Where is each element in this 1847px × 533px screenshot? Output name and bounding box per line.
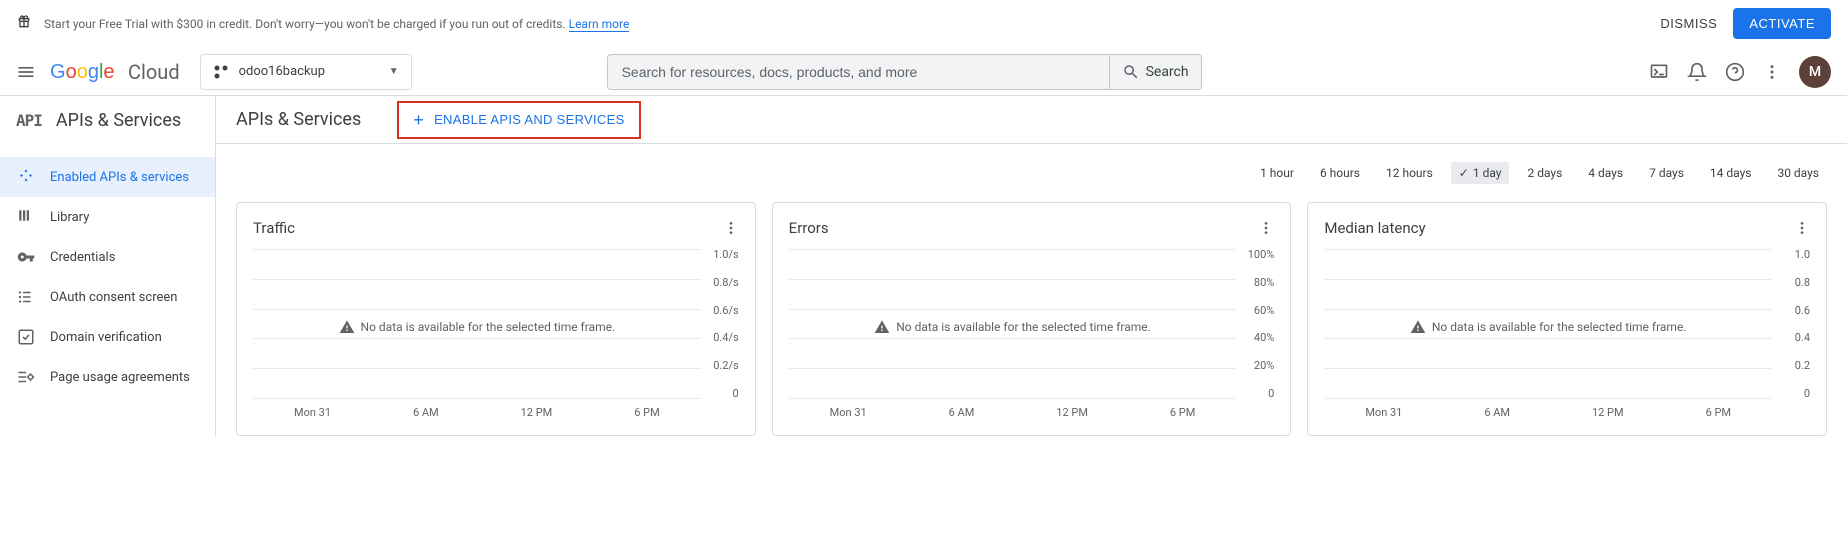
time-filter-14-days[interactable]: 14 days	[1702, 162, 1760, 184]
chevron-down-icon: ▼	[389, 66, 399, 77]
time-filter-2-days[interactable]: 2 days	[1519, 162, 1570, 184]
time-filter-12-hours[interactable]: 12 hours	[1378, 162, 1441, 184]
library-icon	[16, 207, 36, 227]
chart-menu-icon[interactable]	[1258, 220, 1274, 236]
time-filter-label: 14 days	[1710, 166, 1752, 180]
menu-icon[interactable]	[16, 62, 36, 82]
time-filter-label: 12 hours	[1386, 166, 1433, 180]
chart-card-traffic: Traffic 1.0/s0.8/s0.6/s0.4/s0.2/s0 No data…	[236, 202, 756, 436]
time-filter-label: 7 days	[1649, 166, 1684, 180]
chart-menu-icon[interactable]	[723, 220, 739, 236]
warning-icon	[874, 319, 890, 335]
time-range-filters: 1 hour 6 hours 12 hours ✓ 1 day 2 days 4 days 7…	[216, 144, 1847, 202]
sidebar-item-enabled-apis[interactable]: Enabled APIs & services	[0, 157, 215, 197]
time-filter-4-days[interactable]: 4 days	[1580, 162, 1631, 184]
time-filter-30-days[interactable]: 30 days	[1769, 162, 1827, 184]
project-selector[interactable]: odoo16backup ▼	[200, 54, 412, 90]
time-filter-label: 1 hour	[1260, 166, 1294, 180]
chart-body: 100%80%60%40%20%0 No data is available fo…	[789, 249, 1275, 419]
sidebar-header: API APIs & Services	[0, 96, 215, 145]
charts-row: Traffic 1.0/s0.8/s0.6/s0.4/s0.2/s0 No data…	[216, 202, 1847, 436]
top-header: Google Cloud odoo16backup ▼ Search M	[0, 48, 1847, 96]
sidebar-item-label: Library	[50, 210, 89, 225]
main-header: APIs & Services + ENABLE APIS AND SERVIC…	[216, 96, 1847, 144]
chart-card-median-latency: Median latency 1.00.80.60.40.20 No data is…	[1307, 202, 1827, 436]
key-icon	[16, 247, 36, 267]
sidebar-item-domain-verification[interactable]: Domain verification	[0, 317, 215, 357]
banner-text: Start your Free Trial with $300 in credi…	[44, 17, 629, 31]
search-button[interactable]: Search	[1109, 55, 1201, 89]
chart-y-labels: 1.0/s0.8/s0.6/s0.4/s0.2/s0	[713, 249, 738, 399]
search-icon	[1122, 63, 1140, 81]
project-icon	[213, 64, 229, 80]
chart-x-labels: Mon 316 AM12 PM6 PM	[1324, 406, 1772, 419]
sidebar-item-oauth-consent[interactable]: OAuth consent screen	[0, 277, 215, 317]
search-box[interactable]: Search	[607, 54, 1202, 90]
chart-title: Traffic	[253, 219, 295, 237]
time-filter-label: 4 days	[1588, 166, 1623, 180]
chart-nodata-message: No data is available for the selected ti…	[1324, 319, 1772, 335]
time-filter-1-hour[interactable]: 1 hour	[1252, 162, 1302, 184]
svg-text:Google: Google	[50, 61, 115, 83]
warning-icon	[1410, 319, 1426, 335]
cloud-shell-icon[interactable]	[1649, 62, 1669, 82]
page-title: APIs & Services	[236, 109, 361, 130]
dashboard-icon	[16, 167, 36, 187]
chart-title: Median latency	[1324, 219, 1425, 237]
sidebar-item-library[interactable]: Library	[0, 197, 215, 237]
sidebar-item-credentials[interactable]: Credentials	[0, 237, 215, 277]
time-filter-label: 2 days	[1527, 166, 1562, 180]
sidebar-item-label: Credentials	[50, 250, 115, 265]
chart-nodata-message: No data is available for the selected ti…	[789, 319, 1237, 335]
time-filter-label: 1 day	[1473, 166, 1502, 180]
main-content: APIs & Services + ENABLE APIS AND SERVIC…	[216, 96, 1847, 436]
gift-icon	[16, 14, 32, 30]
search-label: Search	[1146, 64, 1189, 80]
search-input[interactable]	[608, 64, 1109, 80]
sidebar-item-page-usage[interactable]: Page usage agreements	[0, 357, 215, 397]
chart-x-labels: Mon 316 AM12 PM6 PM	[253, 406, 701, 419]
learn-more-link[interactable]: Learn more	[569, 17, 630, 32]
time-filter-7-days[interactable]: 7 days	[1641, 162, 1692, 184]
chart-y-labels: 100%80%60%40%20%0	[1248, 249, 1275, 399]
help-icon[interactable]	[1725, 62, 1745, 82]
settings-icon	[16, 367, 36, 387]
sidebar-item-label: OAuth consent screen	[50, 290, 177, 305]
sidebar: API APIs & Services Enabled APIs & servi…	[0, 96, 216, 436]
activate-button[interactable]: ACTIVATE	[1733, 8, 1831, 39]
chart-menu-icon[interactable]	[1794, 220, 1810, 236]
dismiss-button[interactable]: DISMISS	[1644, 8, 1733, 39]
time-filter-label: 30 days	[1777, 166, 1819, 180]
time-filter-6-hours[interactable]: 6 hours	[1312, 162, 1368, 184]
chart-title: Errors	[789, 219, 829, 237]
chart-nodata-message: No data is available for the selected ti…	[253, 319, 701, 335]
api-icon: API	[16, 111, 42, 130]
sidebar-item-label: Domain verification	[50, 330, 162, 345]
time-filter-label: 6 hours	[1320, 166, 1360, 180]
avatar[interactable]: M	[1799, 56, 1831, 88]
chart-body: 1.00.80.60.40.20 No data is available for…	[1324, 249, 1810, 419]
enable-apis-button[interactable]: + ENABLE APIS AND SERVICES	[397, 101, 640, 139]
google-cloud-logo[interactable]: Google Cloud	[50, 60, 180, 84]
chart-x-labels: Mon 316 AM12 PM6 PM	[789, 406, 1237, 419]
verified-icon	[16, 327, 36, 347]
notifications-icon[interactable]	[1687, 62, 1707, 82]
logo-cloud-text: Cloud	[128, 60, 180, 84]
chart-y-labels: 1.00.80.60.40.20	[1795, 249, 1810, 399]
chart-body: 1.0/s0.8/s0.6/s0.4/s0.2/s0 No data is ava…	[253, 249, 739, 419]
enable-button-label: ENABLE APIS AND SERVICES	[434, 112, 624, 127]
consent-icon	[16, 287, 36, 307]
time-filter-1-day[interactable]: ✓ 1 day	[1451, 162, 1510, 184]
warning-icon	[339, 319, 355, 335]
sidebar-item-label: Page usage agreements	[50, 370, 190, 385]
more-icon[interactable]	[1763, 63, 1781, 81]
chart-card-errors: Errors 100%80%60%40%20%0 No data is availa…	[772, 202, 1292, 436]
sidebar-title: APIs & Services	[56, 110, 181, 131]
project-name: odoo16backup	[239, 64, 389, 79]
check-icon: ✓	[1459, 166, 1469, 180]
sidebar-item-label: Enabled APIs & services	[50, 170, 189, 185]
free-trial-banner: Start your Free Trial with $300 in credi…	[0, 0, 1847, 48]
plus-icon: +	[413, 111, 424, 129]
